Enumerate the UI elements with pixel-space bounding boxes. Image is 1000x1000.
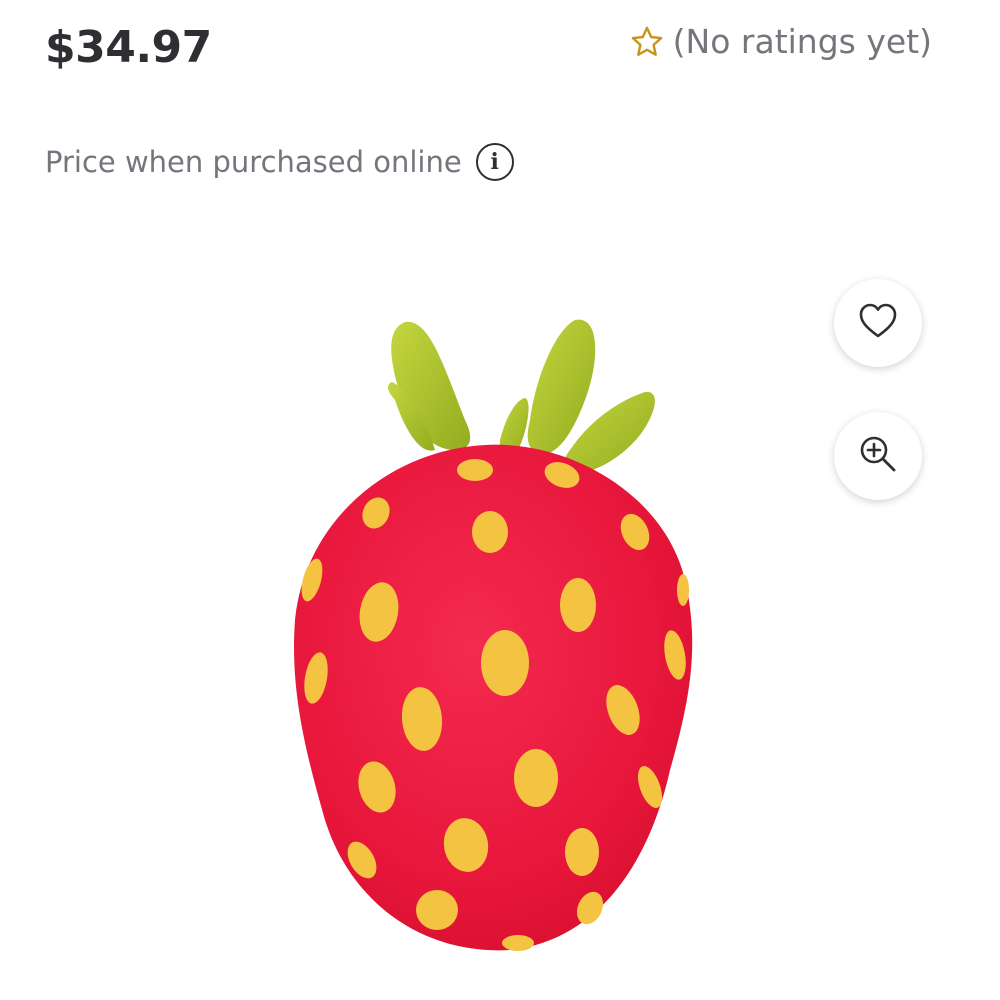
price-note-text: Price when purchased online bbox=[45, 145, 462, 179]
star-outline-icon bbox=[629, 24, 665, 60]
info-icon-glyph: i bbox=[490, 149, 499, 175]
favorite-button[interactable] bbox=[834, 279, 922, 367]
heart-outline-icon bbox=[857, 301, 899, 346]
product-price: $34.97 bbox=[45, 22, 212, 73]
price-note: Price when purchased online i bbox=[45, 143, 514, 181]
zoom-button[interactable] bbox=[834, 412, 922, 500]
zoom-in-icon bbox=[857, 433, 899, 480]
rating-summary[interactable]: (No ratings yet) bbox=[629, 22, 932, 61]
product-image[interactable] bbox=[270, 300, 710, 960]
rating-text: (No ratings yet) bbox=[672, 22, 932, 61]
strawberry-illustration bbox=[294, 319, 693, 951]
info-icon[interactable]: i bbox=[475, 143, 514, 181]
